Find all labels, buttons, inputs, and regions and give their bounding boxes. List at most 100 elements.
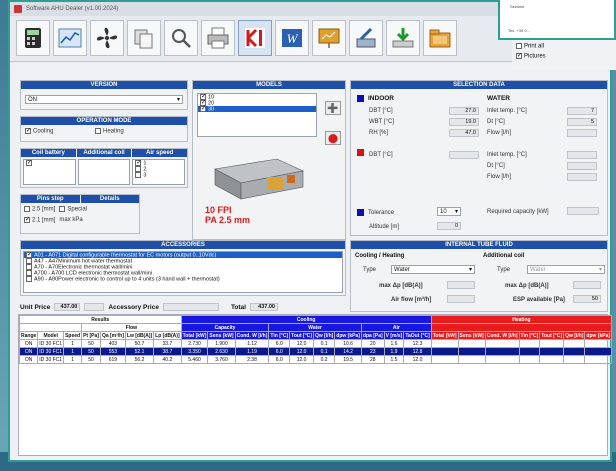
toolbar-button-calculator[interactable]	[16, 20, 50, 56]
column-header[interactable]: Lw [dB(A)]	[124, 331, 155, 340]
print-all-checkbox[interactable]	[516, 43, 522, 49]
toolbar-button-word[interactable]: W	[275, 20, 309, 56]
accessory-item[interactable]: A90 - A90Power electronic to control up …	[24, 276, 342, 282]
table-cell: 38.7	[153, 347, 182, 356]
coil-battery-list[interactable]	[23, 159, 76, 185]
table-cell: ON	[18, 347, 39, 356]
column-header[interactable]: Pt [Pa]	[81, 331, 101, 340]
results-body: ON ID 30 FC1 1 50 403 50.7 33.7 2.730 1.900 1.12 6…	[18, 339, 613, 364]
heating-column-header[interactable]: Tin [°C]	[518, 331, 541, 340]
column-header[interactable]: Tout [°C]	[289, 331, 314, 340]
heating-column-header[interactable]: Cond. W [l/h]	[484, 331, 520, 340]
toolbar-button-print[interactable]	[201, 20, 235, 56]
version-select[interactable]: ON ▾	[25, 95, 183, 104]
toolbar-button-copy[interactable]	[127, 20, 161, 56]
column-header[interactable]: Sens [kW]	[207, 331, 236, 340]
accessories-list[interactable]: A01 - A071 Digital configurable thermost…	[23, 251, 343, 293]
pictures-checkbox[interactable]	[516, 52, 522, 59]
chevron-down-icon: ▾	[176, 97, 180, 103]
table-cell: 12.0	[403, 355, 432, 364]
column-header[interactable]: V [m/s]	[383, 331, 405, 340]
additional-coil-list[interactable]	[77, 159, 131, 185]
table-cell: 1	[63, 355, 83, 364]
column-header[interactable]: Tin [°C]	[268, 331, 291, 340]
field-value[interactable]	[567, 128, 597, 137]
toolbar-button-download[interactable]	[386, 20, 420, 56]
table-cell: 1	[63, 339, 83, 348]
table-row[interactable]: ON ID 30 FC1 1 50 553 52.1 38.7 3.350 2.630 1.19 6…	[18, 347, 613, 356]
heating-column-header[interactable]: Total [kW]	[430, 331, 459, 340]
fluid-type-select[interactable]: Water ▾	[391, 265, 475, 274]
model-item[interactable]: 30	[198, 106, 316, 112]
air-speed-list[interactable]: 123	[132, 159, 186, 185]
column-header[interactable]: Qw [l/h]	[312, 331, 336, 340]
operation-mode-panel: OPERATION MODE Cooling Heating	[20, 116, 188, 142]
column-header[interactable]: Speed	[63, 331, 83, 340]
heating-column-header[interactable]: Qw [l/h]	[563, 331, 586, 340]
column-header[interactable]: TaOut [°C]	[403, 331, 432, 340]
heating-checkbox[interactable]	[95, 128, 102, 134]
toolbar-button-folders[interactable]	[423, 20, 457, 56]
models-list[interactable]: 10 20 30	[197, 93, 317, 137]
field-value[interactable]: 7	[567, 106, 597, 115]
table-row[interactable]: ON ID 30 FC1 1 50 619 56.2 40.2 5.460 3.760 2.38 6…	[18, 355, 613, 364]
tolerance-select[interactable]: 10 ▾	[437, 207, 461, 216]
field-value[interactable]	[567, 172, 597, 181]
toolbar-button-brand-logo[interactable]	[238, 20, 272, 56]
column-header[interactable]: Cond. W [l/h]	[234, 331, 270, 340]
toolbar-button-search[interactable]	[164, 20, 198, 56]
column-header[interactable]: Lp [dB(A)]	[153, 331, 182, 340]
air-flow-input[interactable]	[447, 295, 475, 303]
heating-cell	[484, 339, 520, 348]
add-model-button[interactable]: ➕	[325, 101, 341, 115]
cooling-marker	[357, 95, 364, 102]
water-subheader: Water	[268, 323, 362, 332]
max-dp-input[interactable]	[447, 281, 475, 289]
table-cell: 6.0	[268, 347, 291, 356]
toolbar-button-tools[interactable]	[349, 20, 383, 56]
column-header[interactable]: Total [kW]	[180, 331, 209, 340]
heating-cell	[457, 339, 486, 348]
version-header: VERSION	[21, 81, 187, 89]
toolbar-button-chart[interactable]	[53, 20, 87, 56]
esp-input[interactable]: 50	[573, 295, 601, 303]
field-value[interactable]	[449, 150, 479, 159]
heating-column-header[interactable]: dpw [kPa]	[584, 331, 613, 340]
max-dp-input-2[interactable]	[573, 281, 601, 289]
tools-icon	[356, 27, 376, 48]
overlay-text-2: Tec. +39 0...	[508, 28, 530, 33]
required-capacity-input[interactable]	[567, 207, 599, 215]
heating-column-header[interactable]: Tout [°C]	[539, 331, 565, 340]
field-value[interactable]: 5	[567, 117, 597, 126]
air-flow-label: Air flow [m³/h]	[391, 297, 432, 303]
fluid-type-select-2[interactable]: Water ▾	[527, 265, 605, 274]
table-cell: ID 30 FC1	[37, 355, 65, 364]
field-value[interactable]	[567, 161, 597, 170]
table-row[interactable]: ON ID 30 FC1 1 50 403 50.7 33.7 2.730 1.900 1.12 6…	[18, 339, 613, 348]
heating-cell	[518, 355, 541, 364]
table-cell: 3.760	[207, 355, 236, 364]
column-header[interactable]: Qa [m³/h]	[99, 331, 126, 340]
column-header[interactable]: Model	[37, 331, 65, 340]
column-header[interactable]: dpw [kPa]	[334, 331, 362, 340]
heating-column-header[interactable]: Sens [kW]	[457, 331, 486, 340]
remove-model-button[interactable]: ⬤	[325, 131, 341, 145]
heating-cell	[539, 347, 565, 356]
cooling-checkbox[interactable]	[25, 128, 31, 134]
field-value[interactable]: 19.0	[449, 117, 479, 126]
column-header[interactable]: dpa [Pa]	[360, 331, 385, 340]
field-value[interactable]: 27.0	[449, 106, 479, 115]
word-icon: W	[282, 29, 302, 47]
field-label: Flow [l/h]	[487, 173, 512, 180]
fins-25-radio[interactable]	[24, 206, 30, 212]
table-cell: 1.5	[383, 355, 405, 364]
altitude-input[interactable]: 0	[437, 222, 461, 230]
field-value[interactable]	[567, 150, 597, 159]
field-value[interactable]: 47.0	[449, 128, 479, 137]
fins-21-radio[interactable]	[24, 216, 30, 223]
fins-21-unit: [mm]	[42, 217, 56, 224]
toolbar-button-presentation[interactable]	[312, 20, 346, 56]
toolbar-button-fan[interactable]	[90, 20, 124, 56]
column-header[interactable]: Range	[18, 331, 39, 340]
special-checkbox[interactable]	[59, 206, 66, 212]
